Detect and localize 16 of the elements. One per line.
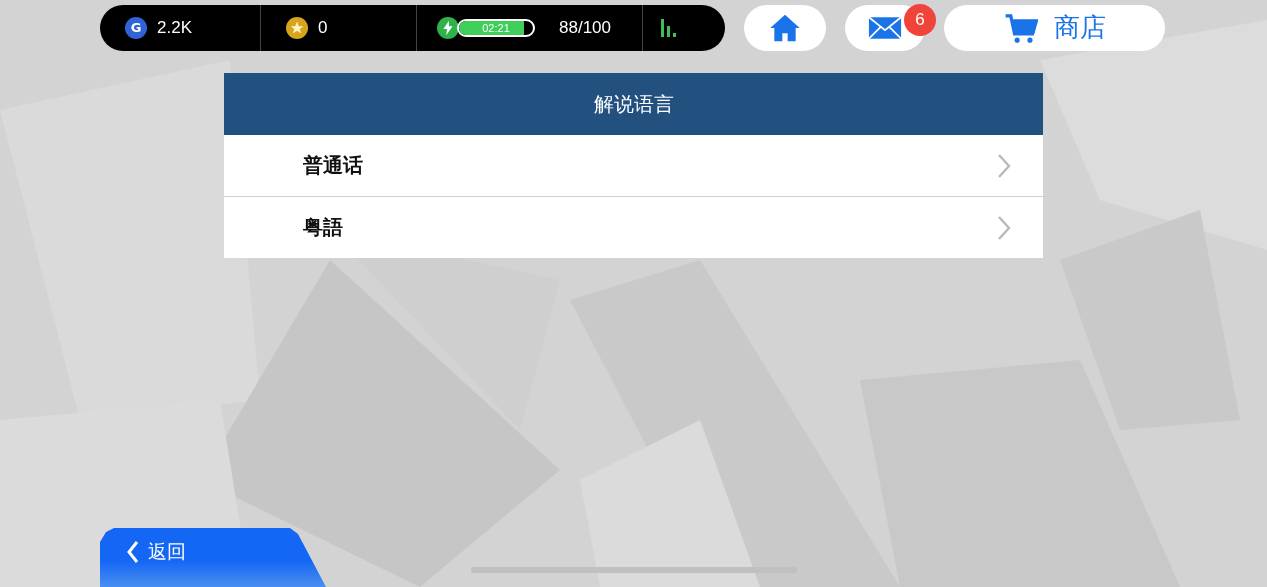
language-option[interactable]: 普通话 — [224, 135, 1043, 196]
chevron-right-icon — [997, 214, 1011, 241]
cart-icon — [1003, 11, 1038, 44]
currency-amount: 2.2K — [157, 17, 192, 38]
energy-count: 88/100 — [559, 17, 611, 38]
energy-timer: 02:21 — [482, 21, 510, 34]
chevron-left-icon — [126, 539, 140, 564]
language-option[interactable]: 粤語 — [224, 196, 1043, 258]
back-button[interactable]: 返回 — [100, 528, 326, 587]
currency-amount: 0 — [318, 17, 328, 38]
panel-header: 解说语言 — [224, 73, 1043, 135]
star-coin-icon — [286, 16, 308, 39]
chevron-right-icon — [997, 152, 1011, 179]
currency-icon: G — [125, 16, 147, 39]
shop-button[interactable]: 商店 — [944, 4, 1165, 51]
signal-icon — [661, 18, 676, 37]
